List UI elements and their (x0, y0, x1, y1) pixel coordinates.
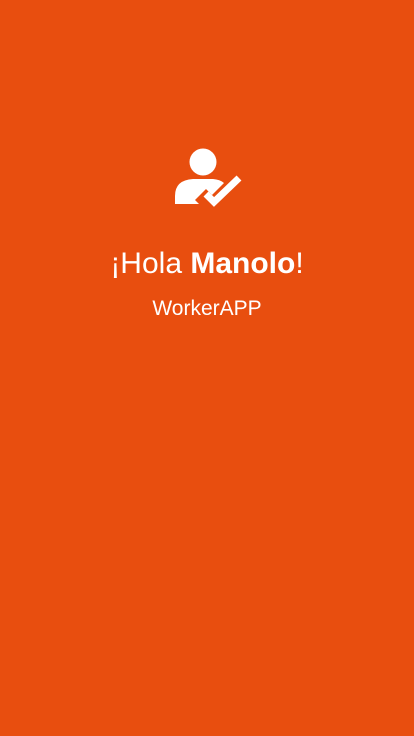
greeting-prefix: ¡Hola (110, 247, 191, 280)
user-check-icon (173, 146, 243, 208)
greeting-suffix: ! (295, 247, 304, 280)
welcome-screen: ¡Hola Manolo! WorkerAPP (0, 0, 414, 736)
user-name: Manolo (190, 247, 296, 280)
greeting-heading: ¡Hola Manolo! (0, 244, 414, 284)
app-name: WorkerAPP (152, 297, 262, 320)
